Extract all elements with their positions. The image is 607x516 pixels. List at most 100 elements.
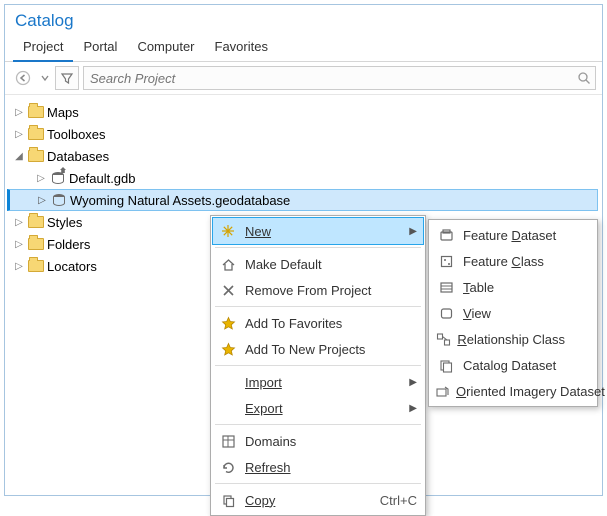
search-input[interactable] <box>88 70 577 87</box>
menu-item-domains[interactable]: DDomainsomains <box>213 428 423 454</box>
menu-label: Export <box>239 401 307 416</box>
menu-label: Refresh <box>239 460 315 475</box>
menu-item-import[interactable]: Import ▶ <box>213 369 423 395</box>
window-title: Catalog <box>5 5 602 33</box>
menu-item-relationship-class[interactable]: Relationship Class Relationship Class <box>431 326 595 352</box>
tab-portal[interactable]: Portal <box>73 35 127 61</box>
copy-icon <box>217 490 239 510</box>
menu-label: Table <box>457 280 518 295</box>
table-icon <box>435 277 457 297</box>
menu-label: DDomainsomains <box>239 434 320 449</box>
expander-icon[interactable]: ▷ <box>13 107 25 118</box>
menu-item-add-favorites[interactable]: Add To Favorites <box>213 310 423 336</box>
blank-icon <box>217 398 239 418</box>
tree-label: Default.gdb <box>69 171 136 186</box>
submenu-arrow-icon: ▶ <box>409 377 417 388</box>
context-menu: New ▶ Make Default Remove From Project A… <box>210 215 426 516</box>
menu-item-new[interactable]: New ▶ <box>213 218 423 244</box>
folder-icon <box>27 148 45 164</box>
star-icon <box>217 313 239 333</box>
menu-label: New <box>239 224 295 239</box>
expander-icon[interactable]: ▷ <box>13 261 25 272</box>
tree-node-maps[interactable]: ▷ Maps <box>9 101 598 123</box>
menu-separator <box>215 483 421 484</box>
relationship-icon <box>435 329 451 349</box>
menu-separator <box>215 247 421 248</box>
close-icon <box>217 280 239 300</box>
menu-separator <box>215 365 421 366</box>
folder-icon <box>27 126 45 142</box>
geodatabase-home-icon <box>49 170 67 186</box>
submenu-arrow-icon: ▶ <box>409 226 417 237</box>
geodatabase-icon <box>50 192 68 208</box>
menu-item-export[interactable]: Export ▶ <box>213 395 423 421</box>
folder-icon <box>27 236 45 252</box>
tree-node-default-gdb[interactable]: ▷ Default.gdb <box>9 167 598 189</box>
tree-label: Wyoming Natural Assets.geodatabase <box>70 193 290 208</box>
folder-icon <box>27 258 45 274</box>
menu-label: Relationship Class <box>451 332 589 347</box>
menu-item-table[interactable]: Table Table <box>431 274 595 300</box>
menu-item-remove[interactable]: Remove From Project <box>213 277 423 303</box>
submenu-new: Feature Dataset Feature Dataset Feature … <box>428 219 598 407</box>
catalog-dataset-icon <box>435 355 457 375</box>
home-icon <box>217 254 239 274</box>
tree-label: Databases <box>47 149 109 164</box>
expander-icon[interactable]: ▷ <box>13 217 25 228</box>
dropdown-arrow-icon[interactable] <box>39 66 51 90</box>
expander-icon[interactable]: ▷ <box>36 195 48 206</box>
tab-project[interactable]: Project <box>13 35 73 62</box>
toolbar <box>5 62 602 95</box>
back-button[interactable] <box>11 66 35 90</box>
menu-item-view[interactable]: View View <box>431 300 595 326</box>
folder-icon <box>27 214 45 230</box>
blank-icon <box>217 372 239 392</box>
menu-item-add-new-projects[interactable]: Add To New Projects <box>213 336 423 362</box>
menu-item-catalog-dataset[interactable]: Catalog Dataset Catalog Dataset <box>431 352 595 378</box>
tab-favorites[interactable]: Favorites <box>205 35 278 61</box>
tree-node-toolboxes[interactable]: ▷ Toolboxes <box>9 123 598 145</box>
menu-label: Add To Favorites <box>239 316 366 331</box>
refresh-icon <box>217 457 239 477</box>
filter-button[interactable] <box>55 66 79 90</box>
search-box[interactable] <box>83 66 596 90</box>
menu-label: View <box>457 306 515 321</box>
menu-label: Feature Dataset <box>457 228 580 243</box>
star-plus-icon <box>217 339 239 359</box>
feature-dataset-icon <box>435 225 457 245</box>
menu-label: Remove From Project <box>239 283 395 298</box>
menu-label: Feature Class <box>457 254 568 269</box>
expander-icon[interactable]: ▷ <box>35 173 47 184</box>
menu-label: Add To New Projects <box>239 342 389 357</box>
menu-label: Copy <box>239 493 299 508</box>
menu-label: Catalog Dataset <box>457 358 580 373</box>
feature-class-icon <box>435 251 457 271</box>
tab-computer[interactable]: Computer <box>127 35 204 61</box>
menu-item-feature-class[interactable]: Feature Class Feature Class <box>431 248 595 274</box>
new-icon <box>217 221 239 241</box>
menu-item-make-default[interactable]: Make Default <box>213 251 423 277</box>
tab-strip: Project Portal Computer Favorites <box>5 33 602 62</box>
menu-item-oriented-imagery[interactable]: Oriented Imagery Dataset Oriented Imager… <box>431 378 595 404</box>
menu-label: Oriented Imagery Dataset <box>450 384 607 399</box>
menu-shortcut: Ctrl+C <box>360 493 417 508</box>
tree-label: Styles <box>47 215 82 230</box>
view-icon <box>435 303 457 323</box>
menu-separator <box>215 306 421 307</box>
expander-icon[interactable]: ▷ <box>13 239 25 250</box>
menu-item-refresh[interactable]: Refresh <box>213 454 423 480</box>
tree-label: Maps <box>47 105 79 120</box>
tree-node-wyoming[interactable]: ▷ Wyoming Natural Assets.geodatabase <box>7 189 598 211</box>
submenu-arrow-icon: ▶ <box>409 403 417 414</box>
menu-label: Import <box>239 375 306 390</box>
expander-icon[interactable]: ▷ <box>13 129 25 140</box>
expander-icon[interactable]: ◢ <box>13 151 25 162</box>
menu-item-copy[interactable]: Copy Ctrl+C <box>213 487 423 513</box>
folder-icon <box>27 104 45 120</box>
tree-node-databases[interactable]: ◢ Databases <box>9 145 598 167</box>
oriented-imagery-icon <box>435 381 450 401</box>
menu-label: Make Default <box>239 257 346 272</box>
domains-icon <box>217 431 239 451</box>
menu-item-feature-dataset[interactable]: Feature Dataset Feature Dataset <box>431 222 595 248</box>
tree-label: Folders <box>47 237 90 252</box>
